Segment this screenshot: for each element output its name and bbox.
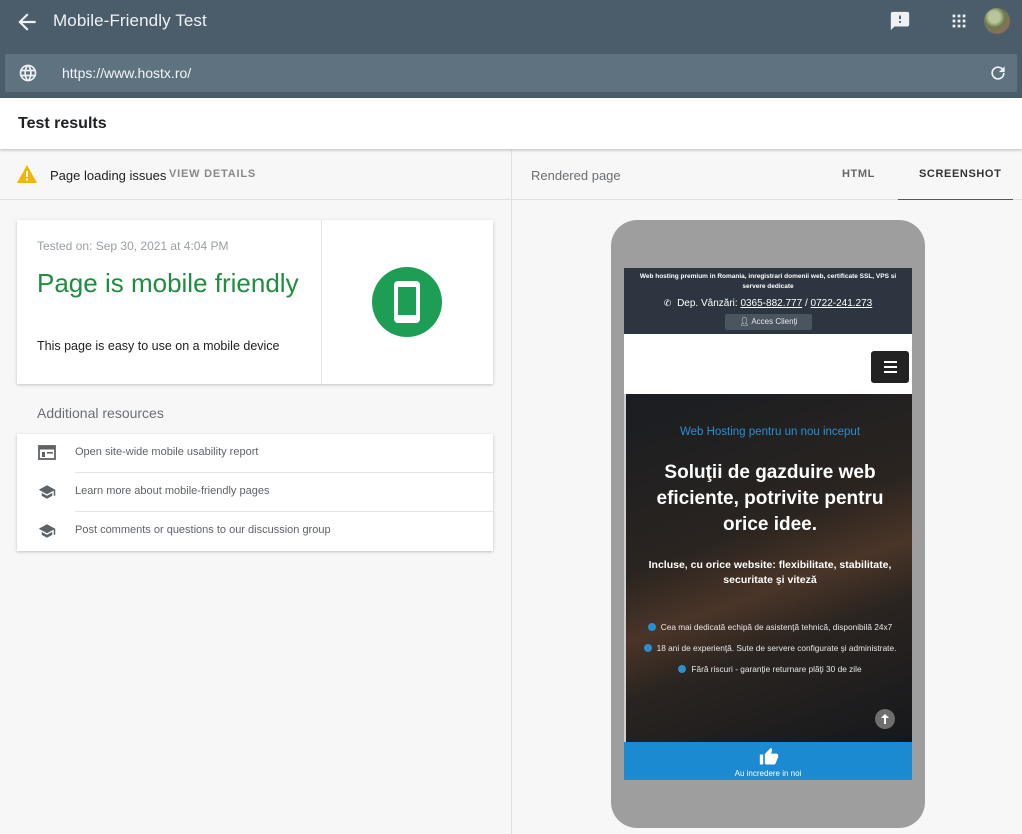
url-text[interactable]: https://www.hostx.ro/: [62, 65, 191, 81]
phone-separator: /: [804, 298, 808, 309]
thumbs-up-icon: [759, 747, 779, 767]
scroll-to-top-icon: [875, 709, 895, 729]
resources-card: Open site-wide mobile usability report L…: [17, 434, 493, 551]
feature-item: Cea mai dedicată echipă de asistenţă teh…: [626, 622, 912, 643]
phone-link-1: 0365-882.777: [740, 298, 803, 309]
app-bar-row: Mobile-Friendly Test: [0, 0, 1022, 44]
mobile-friendly-phone-icon: [372, 267, 442, 337]
site-sales-phones: ✆ Dep. Vânzări: 0365-882.777 / 0722-241.…: [624, 298, 912, 309]
trust-bar: Au incredere in noi: [624, 742, 912, 780]
hero-kicker: Web Hosting pentru un nou inceput: [679, 426, 861, 438]
tab-html[interactable]: HTML: [842, 168, 875, 180]
app-bar: Mobile-Friendly Test https://www.hostx.r…: [0, 0, 1022, 98]
hamburger-menu-icon: [871, 351, 909, 383]
rendered-page-label: Rendered page: [531, 168, 621, 183]
refresh-icon[interactable]: [988, 63, 1008, 83]
tested-on-date: Tested on: Sep 30, 2021 at 4:04 PM: [37, 239, 229, 253]
additional-resources-title: Additional resources: [37, 405, 164, 421]
warning-icon: [17, 165, 37, 183]
globe-icon: [18, 63, 38, 83]
feature-list: Cea mai dedicată echipă de asistenţă teh…: [626, 622, 912, 685]
report-icon: [37, 444, 57, 462]
tab-screenshot-label: SCREENSHOT: [919, 168, 1002, 180]
apps-grid-icon[interactable]: [948, 10, 970, 32]
check-circle-icon: [678, 665, 687, 673]
issues-text: Page loading issues: [50, 168, 167, 183]
sales-label: Dep. Vânzări:: [677, 298, 738, 309]
verdict-subtitle: This page is easy to use on a mobile dev…: [37, 339, 280, 353]
url-bar[interactable]: https://www.hostx.ro/: [5, 54, 1017, 92]
phone-frame: Web hosting premium in Romania, inregist…: [611, 220, 925, 828]
results-header: Test results: [0, 98, 1022, 149]
result-card: Tested on: Sep 30, 2021 at 4:04 PM Page …: [17, 220, 493, 384]
results-title: Test results: [18, 115, 107, 132]
rendered-page-tabs: Rendered page HTML SCREENSHOT: [512, 150, 1022, 200]
feature-item: 18 ani de experienţă. Sute de servere co…: [626, 643, 912, 664]
check-circle-icon: [643, 644, 652, 652]
site-nav: [624, 334, 912, 393]
feature-text: Fără riscuri - garanţie returnare plăţi …: [691, 664, 862, 674]
feedback-icon[interactable]: [889, 10, 911, 32]
resource-label: Learn more about mobile-friendly pages: [75, 485, 270, 497]
resource-usability-report[interactable]: Open site-wide mobile usability report: [17, 434, 493, 473]
tab-screenshot[interactable]: SCREENSHOT: [898, 150, 1013, 200]
app-title: Mobile-Friendly Test: [53, 11, 207, 30]
check-circle-icon: [647, 623, 656, 631]
feature-item: Fără riscuri - garanţie returnare plăţi …: [626, 664, 912, 685]
view-details-link[interactable]: VIEW DETAILS: [169, 168, 256, 180]
back-arrow-icon[interactable]: [14, 9, 40, 35]
phone-link-2: 0722-241.273: [810, 298, 873, 309]
school-icon: [37, 522, 57, 540]
client-access-label: Acces Clienţi: [751, 317, 798, 326]
resource-discussion-group[interactable]: Post comments or questions to our discus…: [17, 512, 493, 551]
page-loading-issues-bar: Page loading issues VIEW DETAILS: [0, 150, 511, 200]
resource-learn-more[interactable]: Learn more about mobile-friendly pages: [17, 473, 493, 512]
school-icon: [37, 483, 57, 501]
verdict-title: Page is mobile friendly: [37, 268, 299, 298]
card-divider: [321, 220, 322, 384]
site-hero: Web Hosting pentru un nou inceput Soluţi…: [624, 394, 912, 742]
hero-headline: Soluţii de gazduire web eficiente, potri…: [656, 462, 884, 535]
right-panel: Rendered page HTML SCREENSHOT Web hostin…: [512, 150, 1022, 834]
rendered-screenshot: Web hosting premium in Romania, inregist…: [624, 268, 912, 780]
resource-label: Post comments or questions to our discus…: [75, 524, 331, 536]
hero-subheadline: Incluse, cu orice website: flexibilitate…: [648, 559, 892, 586]
site-topbar: Web hosting premium in Romania, inregist…: [624, 268, 912, 334]
feature-text: Cea mai dedicată echipă de asistenţă teh…: [660, 622, 893, 632]
feature-text: 18 ani de experienţă. Sute de servere co…: [656, 643, 897, 653]
phone-icon: ✆: [663, 298, 672, 308]
client-access-button: 👤︎ Acces Clienţi: [725, 314, 812, 330]
site-tagline: Web hosting premium in Romania, inregist…: [639, 273, 897, 290]
left-panel: Page loading issues VIEW DETAILS Tested …: [0, 150, 511, 834]
resource-label: Open site-wide mobile usability report: [75, 446, 259, 458]
trust-text: Au incredere in noi: [734, 769, 802, 778]
avatar[interactable]: [984, 8, 1010, 34]
user-icon: 👤︎: [739, 317, 750, 326]
